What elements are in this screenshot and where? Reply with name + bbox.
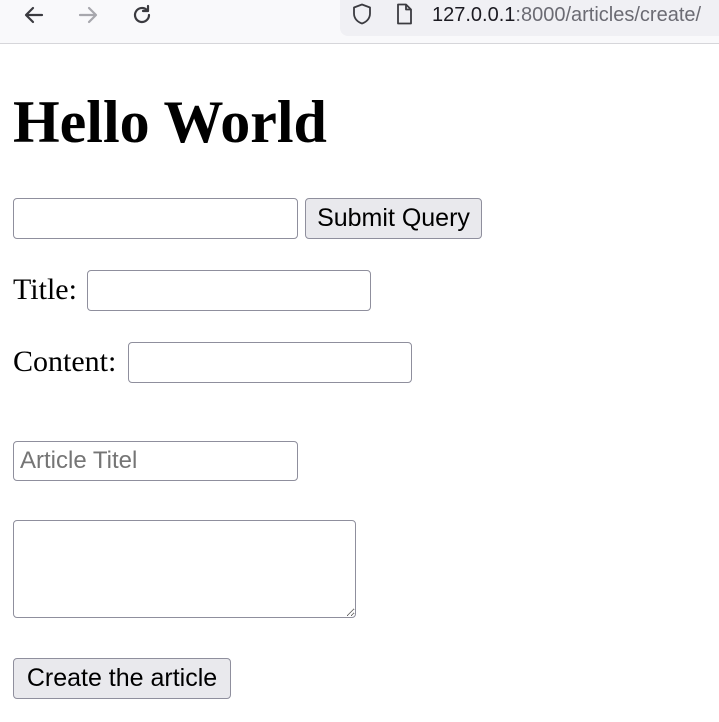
article-body-textarea[interactable] bbox=[13, 520, 356, 618]
create-article-button[interactable]: Create the article bbox=[13, 658, 231, 699]
arrow-left-icon bbox=[24, 6, 44, 24]
title-field[interactable] bbox=[87, 270, 371, 311]
content-label: Content: bbox=[13, 345, 117, 378]
browser-toolbar: 127.0.0.1:8000/articles/create/ bbox=[0, 0, 719, 44]
arrow-right-icon bbox=[78, 6, 98, 24]
article-title-input[interactable] bbox=[13, 441, 298, 481]
page-heading: Hello World bbox=[13, 89, 327, 155]
title-label: Title: bbox=[13, 273, 77, 306]
url-host: 127.0.0.1 bbox=[432, 4, 516, 26]
page-icon bbox=[392, 2, 416, 26]
submit-query-button[interactable]: Submit Query bbox=[305, 198, 482, 239]
search-input[interactable] bbox=[13, 198, 298, 239]
reload-button[interactable] bbox=[126, 0, 158, 30]
forward-button[interactable] bbox=[72, 0, 104, 30]
reload-icon bbox=[133, 4, 151, 24]
shield-icon[interactable] bbox=[350, 2, 374, 26]
url-path: :8000/articles/create/ bbox=[515, 4, 702, 26]
back-button[interactable] bbox=[18, 0, 50, 30]
url-text[interactable]: 127.0.0.1:8000/articles/create/ bbox=[432, 3, 701, 27]
address-bar[interactable]: 127.0.0.1:8000/articles/create/ bbox=[340, 0, 719, 36]
content-field[interactable] bbox=[128, 342, 412, 383]
